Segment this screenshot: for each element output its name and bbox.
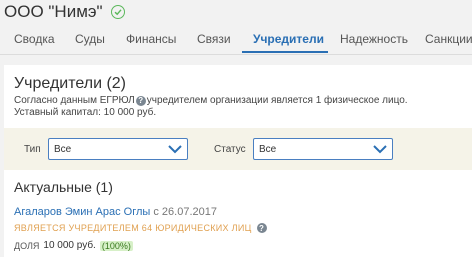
company-header: ООО "Нимэ" xyxy=(4,0,125,24)
type-select[interactable]: Все xyxy=(48,138,188,160)
founders-info-text: учредителем организации является 1 физич… xyxy=(146,95,408,106)
tab-finance[interactable]: Финансы xyxy=(126,26,176,54)
help-icon[interactable]: ? xyxy=(256,223,267,233)
tab-founders[interactable]: Учредители xyxy=(253,26,324,54)
founder-count-text[interactable]: ЯВЛЯЕТСЯ УЧРЕДИТЕЛЕМ 64 ЮРИДИЧЕСКИХ ЛИЦ xyxy=(14,223,252,233)
type-select-value: Все xyxy=(54,144,72,155)
type-filter-label: Тип xyxy=(24,144,41,155)
status-filter-label: Статус xyxy=(214,144,246,155)
founder-name-link[interactable]: Агаларов Эмин Арас Оглы xyxy=(14,206,150,218)
share-value: 10 000 руб. xyxy=(43,240,96,251)
filter-bar: Тип Все Статус Все xyxy=(4,128,472,170)
tab-reliability[interactable]: Надежность xyxy=(340,26,408,54)
founder-entry: Агаларов Эмин Арас Оглы с 26.07.2017 xyxy=(14,206,217,218)
share-percent: (100%) xyxy=(99,240,133,251)
founders-info-source: Согласно данным ЕГРЮЛ xyxy=(14,95,135,106)
share-label: ДОЛЯ xyxy=(14,240,40,251)
share-line: ДОЛЯ 10 000 руб. (100%) xyxy=(14,240,133,251)
tabs-divider xyxy=(0,54,472,55)
tab-courts[interactable]: Суды xyxy=(75,26,105,54)
status-select[interactable]: Все xyxy=(253,138,393,160)
verified-check-icon xyxy=(110,5,125,19)
page-header: ООО "Нимэ" Сводка Суды Финансы Связи Учр… xyxy=(0,0,472,60)
founders-info: Согласно данным ЕГРЮЛ ? учредителем орга… xyxy=(14,95,408,106)
help-icon[interactable]: ? xyxy=(135,95,146,106)
founder-count-badge: ЯВЛЯЕТСЯ УЧРЕДИТЕЛЕМ 64 ЮРИДИЧЕСКИХ ЛИЦ … xyxy=(14,223,268,233)
founders-title: Учредители (2) xyxy=(14,75,127,92)
active-tab-indicator xyxy=(242,51,328,53)
tab-connections[interactable]: Связи xyxy=(197,26,231,54)
chevron-down-icon xyxy=(372,142,388,159)
founders-panel: Учредители (2) Согласно данным ЕГРЮЛ ? у… xyxy=(4,65,472,257)
company-name: ООО "Нимэ" xyxy=(4,2,103,21)
tab-summary[interactable]: Сводка xyxy=(14,26,55,54)
chevron-down-icon xyxy=(167,142,183,159)
tab-sanctions[interactable]: Санкции xyxy=(425,26,472,54)
authorized-capital: Уставный капитал: 10 000 руб. xyxy=(14,107,157,118)
founder-since-date: с 26.07.2017 xyxy=(153,206,217,218)
actual-founders-title: Актуальные (1) xyxy=(14,179,113,195)
tab-bar: Сводка Суды Финансы Связи Учредители Над… xyxy=(0,26,472,54)
status-select-value: Все xyxy=(259,144,277,155)
